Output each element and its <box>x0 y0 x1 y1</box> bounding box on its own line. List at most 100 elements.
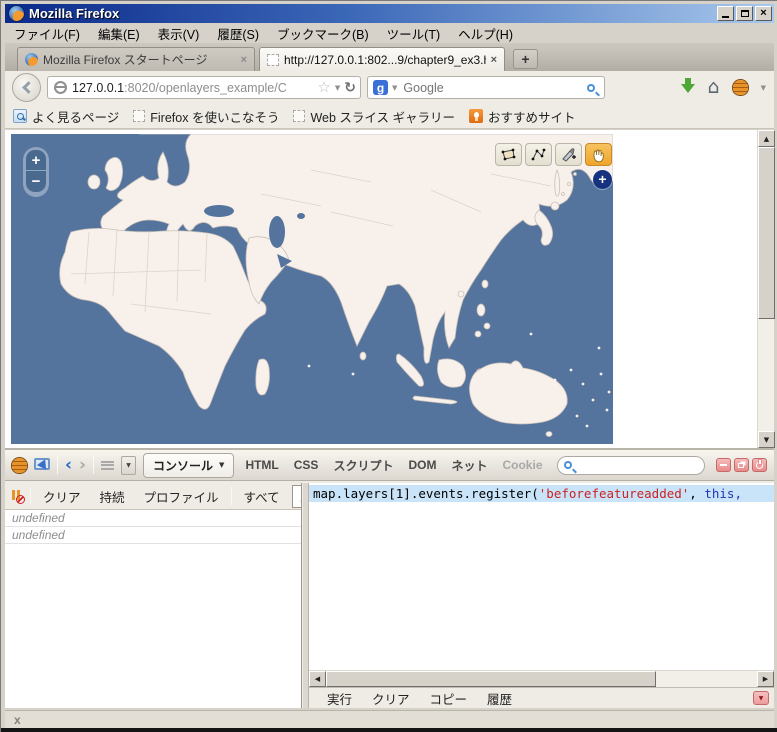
placeholder-favicon <box>293 110 305 122</box>
console-profile-button[interactable]: プロファイル <box>137 486 226 507</box>
filter-all-button[interactable]: すべて <box>237 486 287 507</box>
home-icon[interactable]: ⌂ <box>708 78 720 97</box>
zoom-out-button[interactable]: − <box>26 171 46 192</box>
statusbar-close-icon[interactable]: x <box>14 713 21 727</box>
engine-dropdown-icon[interactable]: ▼ <box>392 84 397 92</box>
tab-chapter9-ex3[interactable]: http://127.0.0.1:802...9/chapter9_ex3.ht… <box>259 47 505 71</box>
menu-tools[interactable]: ツール(T) <box>378 22 449 45</box>
firebug-search-box[interactable] <box>557 456 705 475</box>
panel-tab-css[interactable]: CSS <box>290 458 323 472</box>
close-button[interactable]: × <box>755 6 772 21</box>
firebug-search-input[interactable] <box>580 458 726 472</box>
code-keyword-token: this, <box>704 486 742 501</box>
bookmark-star-icon[interactable]: ☆ <box>317 80 330 95</box>
map-edit-toolbar <box>495 143 612 166</box>
tab-close-icon[interactable]: × <box>491 54 497 66</box>
url-bar[interactable]: 127.0.0.1 :8020/openlayers_example/C ☆ ▼… <box>47 76 361 99</box>
layer-switcher-maximize-button[interactable]: + <box>593 170 612 189</box>
firebug-icon[interactable] <box>733 80 748 95</box>
toolbar-dropdown-button[interactable]: ▼ <box>121 456 136 475</box>
scrollbar-thumb[interactable] <box>758 147 775 319</box>
copy-button[interactable]: コピー <box>422 689 476 708</box>
new-tab-button[interactable]: + <box>513 49 538 69</box>
tab-close-icon[interactable]: × <box>241 54 247 66</box>
firebug-minimize-button[interactable] <box>716 458 731 472</box>
bookmarks-bar: よく見るページ Firefox を使いこなそう Web スライス ギャラリー お… <box>5 104 774 129</box>
search-bar[interactable]: g ▼ <box>367 76 605 99</box>
firebug-forward-icon[interactable]: › <box>79 457 86 474</box>
panel-tab-dom[interactable]: DOM <box>404 458 440 472</box>
scroll-up-arrow-icon[interactable]: ▲ <box>758 130 775 147</box>
menu-bookmarks[interactable]: ブックマーク(B) <box>268 22 378 45</box>
url-dropdown-icon[interactable]: ▼ <box>335 84 340 92</box>
panel-list-icon[interactable] <box>101 461 114 470</box>
scroll-left-arrow-icon[interactable]: ◀ <box>309 671 326 687</box>
minimize-button[interactable] <box>717 6 734 21</box>
menu-file[interactable]: ファイル(F) <box>5 22 89 45</box>
menu-help[interactable]: ヘルプ(H) <box>449 22 522 45</box>
search-input[interactable] <box>401 80 583 96</box>
power-icon <box>756 462 763 469</box>
inspect-element-icon[interactable] <box>34 458 50 472</box>
history-button[interactable]: 履歴 <box>479 689 520 708</box>
draw-point-tool[interactable] <box>555 143 582 166</box>
command-line-selected[interactable]: map.layers[1].events.register('beforefea… <box>309 485 774 502</box>
placeholder-favicon <box>133 110 145 122</box>
toolbar-right-icons: ⌂ ▼ <box>681 75 766 100</box>
bookmark-getting-started[interactable]: Firefox を使いこなそう <box>133 107 279 126</box>
panel-tab-html[interactable]: HTML <box>241 458 282 472</box>
menu-edit[interactable]: 編集(E) <box>89 22 149 45</box>
separator <box>231 487 232 505</box>
scrollbar-thumb[interactable] <box>326 671 656 687</box>
tab-label: Mozilla Firefox スタートページ <box>43 51 236 68</box>
menu-history[interactable]: 履歴(S) <box>208 22 268 45</box>
editor-horizontal-scrollbar[interactable]: ◀ ▶ <box>309 670 774 687</box>
panel-tab-cookie[interactable]: Cookie <box>498 458 546 472</box>
scroll-down-arrow-icon[interactable]: ▼ <box>758 431 775 448</box>
pan-hand-tool[interactable] <box>585 143 612 166</box>
console-log-row[interactable]: undefined <box>5 527 301 544</box>
map-zoom-control: + − <box>23 147 49 197</box>
scroll-right-arrow-icon[interactable]: ▶ <box>757 671 774 687</box>
url-bar-icons: ☆ ▼ ↻ <box>317 80 356 95</box>
tab-start-page[interactable]: Mozilla Firefox スタートページ × <box>17 47 255 71</box>
bookmark-most-visited[interactable]: よく見るページ <box>13 107 119 126</box>
console-persist-button[interactable]: 持続 <box>93 486 132 507</box>
firebug-back-icon[interactable]: ‹ <box>65 457 72 474</box>
latest-headlines-icon <box>469 109 483 123</box>
back-button[interactable] <box>12 73 41 102</box>
panel-tab-script[interactable]: スクリプト <box>329 457 397 474</box>
firebug-detach-button[interactable] <box>734 458 749 472</box>
downloads-icon[interactable] <box>681 84 695 100</box>
code-token: , <box>689 486 704 501</box>
bookmark-recommended-sites[interactable]: おすすめサイト <box>469 107 576 126</box>
firebug-dropdown-icon[interactable]: ▼ <box>761 84 766 92</box>
break-on-errors-icon[interactable] <box>10 489 25 504</box>
firebug-deactivate-button[interactable] <box>752 458 767 472</box>
console-clear-button[interactable]: クリア <box>36 486 88 507</box>
openlayers-map[interactable]: + − + <box>11 134 613 444</box>
menu-view[interactable]: 表示(V) <box>149 22 209 45</box>
google-engine-icon[interactable]: g <box>373 80 388 95</box>
filter-errors-button[interactable]: エラ <box>292 485 302 508</box>
command-popup-toggle-button[interactable]: ▼ <box>753 691 769 705</box>
clear-button[interactable]: クリア <box>364 689 418 708</box>
command-editor[interactable]: map.layers[1].events.register('beforefea… <box>309 483 774 670</box>
draw-polygon-tool[interactable] <box>495 143 522 166</box>
maximize-button[interactable] <box>736 6 753 21</box>
reload-icon[interactable]: ↻ <box>344 81 356 95</box>
command-editor-pane: map.layers[1].events.register('beforefea… <box>308 483 774 708</box>
window-controls: × <box>715 6 772 21</box>
separator <box>93 456 94 474</box>
draw-path-tool[interactable] <box>525 143 552 166</box>
run-button[interactable]: 実行 <box>319 689 360 708</box>
bookmark-web-slice-gallery[interactable]: Web スライス ギャラリー <box>293 107 455 126</box>
zoom-in-button[interactable]: + <box>26 150 46 171</box>
content-vertical-scrollbar[interactable]: ▲ ▼ <box>757 130 774 448</box>
panel-tab-net[interactable]: ネット <box>447 457 491 474</box>
firebug-menu-icon[interactable] <box>12 458 27 473</box>
console-log-row[interactable]: undefined <box>5 510 301 527</box>
search-magnifier-icon[interactable] <box>587 84 595 92</box>
code-token: map.layers[1].events.register( <box>313 486 539 501</box>
panel-tab-console[interactable]: コンソール ▼ <box>143 453 234 478</box>
